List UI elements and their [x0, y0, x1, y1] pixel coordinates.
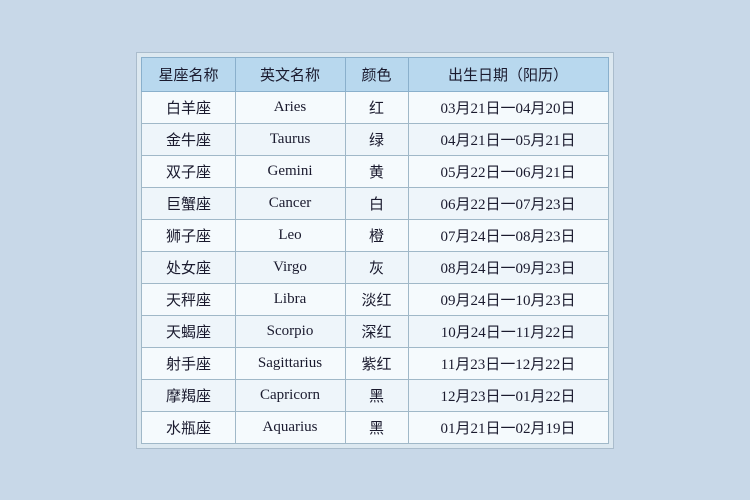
cell-english: Libra [235, 283, 345, 315]
cell-english: Scorpio [235, 315, 345, 347]
table-row: 白羊座Aries红03月21日一04月20日 [142, 91, 608, 123]
cell-date: 11月23日一12月22日 [408, 347, 608, 379]
cell-color: 绿 [345, 123, 408, 155]
cell-chinese: 白羊座 [142, 91, 235, 123]
cell-color: 灰 [345, 251, 408, 283]
cell-chinese: 金牛座 [142, 123, 235, 155]
cell-english: Leo [235, 219, 345, 251]
cell-color: 黄 [345, 155, 408, 187]
cell-date: 06月22日一07月23日 [408, 187, 608, 219]
cell-chinese: 摩羯座 [142, 379, 235, 411]
cell-chinese: 射手座 [142, 347, 235, 379]
cell-date: 04月21日一05月21日 [408, 123, 608, 155]
header-color: 颜色 [345, 57, 408, 91]
table-row: 金牛座Taurus绿04月21日一05月21日 [142, 123, 608, 155]
cell-color: 淡红 [345, 283, 408, 315]
cell-date: 12月23日一01月22日 [408, 379, 608, 411]
cell-color: 黑 [345, 379, 408, 411]
cell-english: Virgo [235, 251, 345, 283]
zodiac-table-container: 星座名称 英文名称 颜色 出生日期（阳历） 白羊座Aries红03月21日一04… [136, 52, 613, 449]
header-date: 出生日期（阳历） [408, 57, 608, 91]
cell-chinese: 天蝎座 [142, 315, 235, 347]
cell-date: 09月24日一10月23日 [408, 283, 608, 315]
cell-color: 白 [345, 187, 408, 219]
cell-date: 10月24日一11月22日 [408, 315, 608, 347]
cell-english: Aries [235, 91, 345, 123]
zodiac-table: 星座名称 英文名称 颜色 出生日期（阳历） 白羊座Aries红03月21日一04… [141, 57, 608, 444]
cell-english: Taurus [235, 123, 345, 155]
cell-chinese: 狮子座 [142, 219, 235, 251]
table-row: 处女座Virgo灰08月24日一09月23日 [142, 251, 608, 283]
cell-chinese: 双子座 [142, 155, 235, 187]
table-row: 摩羯座Capricorn黑12月23日一01月22日 [142, 379, 608, 411]
cell-chinese: 处女座 [142, 251, 235, 283]
header-english: 英文名称 [235, 57, 345, 91]
cell-date: 05月22日一06月21日 [408, 155, 608, 187]
cell-color: 紫红 [345, 347, 408, 379]
cell-color: 红 [345, 91, 408, 123]
table-row: 水瓶座Aquarius黑01月21日一02月19日 [142, 411, 608, 443]
cell-english: Aquarius [235, 411, 345, 443]
table-row: 双子座Gemini黄05月22日一06月21日 [142, 155, 608, 187]
cell-date: 08月24日一09月23日 [408, 251, 608, 283]
table-row: 射手座Sagittarius紫红11月23日一12月22日 [142, 347, 608, 379]
cell-english: Capricorn [235, 379, 345, 411]
header-chinese: 星座名称 [142, 57, 235, 91]
cell-chinese: 水瓶座 [142, 411, 235, 443]
cell-chinese: 巨蟹座 [142, 187, 235, 219]
cell-date: 01月21日一02月19日 [408, 411, 608, 443]
cell-date: 03月21日一04月20日 [408, 91, 608, 123]
cell-color: 橙 [345, 219, 408, 251]
cell-chinese: 天秤座 [142, 283, 235, 315]
cell-color: 黑 [345, 411, 408, 443]
cell-english: Sagittarius [235, 347, 345, 379]
cell-english: Gemini [235, 155, 345, 187]
cell-english: Cancer [235, 187, 345, 219]
table-row: 巨蟹座Cancer白06月22日一07月23日 [142, 187, 608, 219]
cell-color: 深红 [345, 315, 408, 347]
table-header-row: 星座名称 英文名称 颜色 出生日期（阳历） [142, 57, 608, 91]
table-row: 狮子座Leo橙07月24日一08月23日 [142, 219, 608, 251]
table-row: 天秤座Libra淡红09月24日一10月23日 [142, 283, 608, 315]
table-row: 天蝎座Scorpio深红10月24日一11月22日 [142, 315, 608, 347]
cell-date: 07月24日一08月23日 [408, 219, 608, 251]
